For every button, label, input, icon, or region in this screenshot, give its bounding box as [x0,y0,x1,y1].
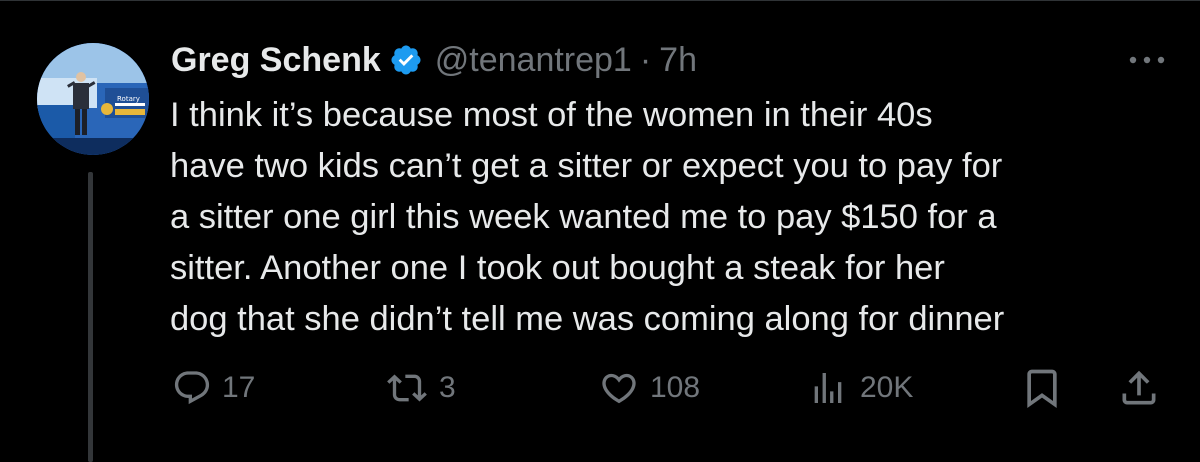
avatar-photo: Rotary [37,43,149,155]
repost-count: 3 [439,371,456,404]
tweet-text: I think it’s because most of the women i… [170,90,1180,345]
post-time[interactable]: 7h [659,41,697,80]
reply-bubble-icon [174,371,210,405]
separator-dot: · [639,40,652,79]
svg-text:Rotary: Rotary [117,95,140,103]
more-dots-icon [1129,56,1165,64]
bookmark-button[interactable] [1020,360,1064,416]
tweet-text-line: have two kids can’t get a sitter or expe… [170,147,1003,185]
action-bar: 17 3 108 20K [0,360,1200,416]
share-upload-icon [1122,370,1156,405]
bar-chart-icon [814,373,842,403]
tweet-header: Greg Schenk @tenantrep1 · 7h [171,36,697,84]
top-divider [0,0,1200,1]
repost-button[interactable]: 3 [385,360,456,416]
repost-arrows-icon [387,374,427,402]
thread-connector-line [88,172,93,462]
avatar[interactable]: Rotary [37,43,149,155]
verified-badge-icon [389,43,423,77]
share-button[interactable] [1117,360,1161,416]
tweet-text-line: a sitter one girl this week wanted me to… [170,198,997,236]
tweet-text-line: I think it’s because most of the women i… [170,96,933,134]
heart-icon [602,373,636,404]
more-options-button[interactable] [1125,48,1169,72]
author-name[interactable]: Greg Schenk [171,41,381,80]
bookmark-icon [1027,369,1057,409]
views-count: 20K [860,371,914,404]
author-handle[interactable]: @tenantrep1 [435,41,632,80]
reply-count: 17 [222,371,256,404]
tweet-text-line: dog that she didn’t tell me was coming a… [170,300,1005,338]
like-count: 108 [650,371,701,404]
reply-button[interactable]: 17 [172,360,255,416]
tweet-text-line: sitter. Another one I took out bought a … [170,249,945,287]
like-button[interactable]: 108 [598,360,700,416]
views-button[interactable]: 20K [806,360,913,416]
